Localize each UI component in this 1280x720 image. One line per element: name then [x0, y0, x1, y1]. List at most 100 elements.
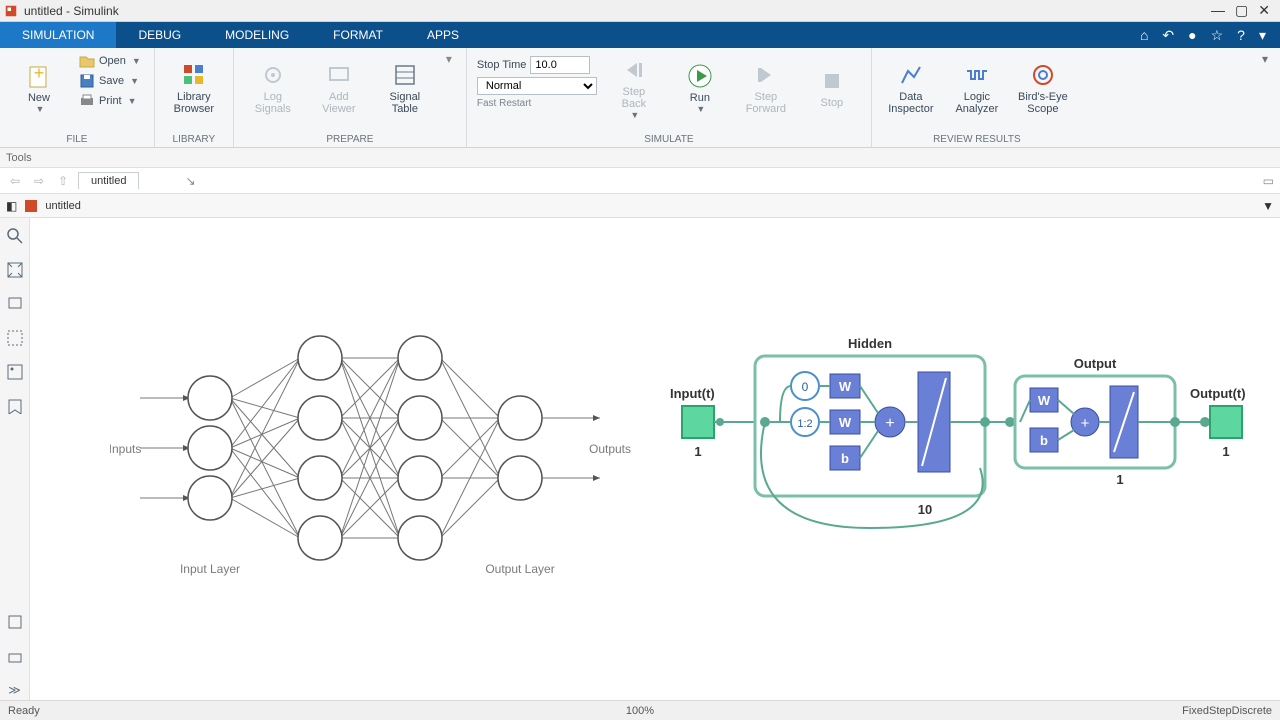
annotation-icon[interactable] — [5, 294, 25, 314]
logic-analyzer-icon — [963, 61, 991, 89]
svg-text:0: 0 — [802, 380, 809, 394]
birds-eye-scope-button[interactable]: Bird's-Eye Scope — [1014, 52, 1072, 124]
nav-forward-button[interactable]: ⇨ — [30, 172, 48, 190]
tab-debug[interactable]: DEBUG — [116, 22, 203, 48]
model-browser-toggle[interactable]: ◧ — [6, 199, 17, 213]
status-ready: Ready — [8, 705, 40, 717]
svg-text:1: 1 — [1222, 444, 1229, 459]
tab-scroll-icon[interactable]: ↘ — [185, 174, 195, 188]
title-bar: untitled - Simulink — ▢ ✕ — [0, 0, 1280, 22]
svg-text:Output(t): Output(t) — [1190, 386, 1246, 401]
maximize-button[interactable]: ▢ — [1235, 2, 1248, 19]
tab-format[interactable]: FORMAT — [311, 22, 405, 48]
input-port-block[interactable] — [682, 406, 714, 438]
svg-text:Inputs: Inputs — [110, 442, 141, 456]
folder-open-icon — [79, 53, 95, 69]
logic-analyzer-button[interactable]: Logic Analyzer — [948, 52, 1006, 124]
image-icon[interactable] — [5, 362, 25, 382]
signal-table-button[interactable]: Signal Table — [376, 52, 434, 124]
save-icon — [79, 73, 95, 89]
play-icon — [686, 62, 714, 90]
run-button[interactable]: Run▼ — [671, 52, 729, 124]
save-button[interactable]: Save▼ — [76, 72, 144, 90]
svg-text:Output: Output — [1074, 356, 1117, 371]
ribbon-tabs: SIMULATION DEBUG MODELING FORMAT APPS ⌂ … — [0, 22, 1280, 48]
home-icon[interactable]: ⌂ — [1140, 27, 1148, 43]
tools-label-bar: Tools — [0, 148, 1280, 168]
svg-text:Output Layer: Output Layer — [485, 562, 554, 576]
birds-eye-icon — [1029, 61, 1057, 89]
status-bar: Ready 100% FixedStepDiscrete — [0, 700, 1280, 720]
path-dropdown[interactable]: ▼ — [1262, 199, 1274, 213]
svg-text:+: + — [885, 415, 894, 432]
status-solver[interactable]: FixedStepDiscrete — [1182, 705, 1272, 717]
palette-bottom-2-icon[interactable] — [5, 646, 25, 666]
simulink-block-diagram: Input(t) 1 Hidden 0 1:2 W W b + — [670, 298, 1270, 558]
svg-text:+: + — [1081, 415, 1090, 432]
group-review: Data Inspector Logic Analyzer Bird's-Eye… — [872, 48, 1082, 147]
stop-icon — [818, 67, 846, 95]
open-button[interactable]: Open▼ — [76, 52, 144, 70]
tab-simulation[interactable]: SIMULATION — [0, 22, 116, 48]
data-inspector-button[interactable]: Data Inspector — [882, 52, 940, 124]
palette-bottom-3-icon[interactable]: ≫ — [5, 680, 25, 700]
svg-text:1: 1 — [1116, 472, 1123, 487]
simulation-mode-select[interactable]: Normal — [477, 77, 597, 95]
nn-concept-diagram: Inputs Input Layer Hidden Layers Output … — [110, 298, 650, 578]
data-inspector-icon — [897, 61, 925, 89]
notifications-icon[interactable]: ● — [1188, 27, 1196, 43]
toolstrip-expand-button[interactable]: ▾ — [1262, 52, 1276, 66]
tab-modeling[interactable]: MODELING — [203, 22, 311, 48]
help-icon[interactable]: ? — [1237, 27, 1245, 43]
svg-text:Input(t): Input(t) — [670, 386, 715, 401]
undo-icon[interactable]: ↶ — [1162, 27, 1174, 44]
svg-text:W: W — [839, 379, 852, 394]
close-button[interactable]: ✕ — [1258, 2, 1270, 19]
model-tab[interactable]: untitled — [78, 172, 139, 189]
log-signals-button[interactable]: Log Signals — [244, 52, 302, 124]
stop-time-label: Stop Time — [477, 59, 527, 71]
add-viewer-icon — [325, 61, 353, 89]
svg-text:b: b — [1040, 433, 1048, 448]
palette-bottom-1-icon[interactable] — [5, 612, 25, 632]
dropdown-icon[interactable]: ▾ — [1259, 27, 1266, 44]
favorites-icon[interactable]: ☆ — [1211, 27, 1224, 44]
nav-back-button[interactable]: ⇦ — [6, 172, 24, 190]
library-browser-button[interactable]: Library Browser — [165, 52, 223, 124]
svg-text:Hidden: Hidden — [848, 336, 892, 351]
breadcrumb[interactable]: untitled — [45, 200, 80, 212]
print-icon — [79, 93, 95, 109]
svg-text:1:2: 1:2 — [797, 418, 812, 430]
stop-button[interactable]: Stop — [803, 52, 861, 124]
canvas[interactable]: Inputs Input Layer Hidden Layers Output … — [30, 218, 1280, 700]
new-icon: + — [25, 62, 53, 90]
add-viewer-button[interactable]: Add Viewer — [310, 52, 368, 124]
stop-time-input[interactable] — [530, 56, 590, 74]
minimize-button[interactable]: — — [1211, 2, 1225, 19]
step-back-button[interactable]: Step Back▼ — [605, 52, 663, 124]
main-area: ≫ — [0, 218, 1280, 700]
new-button[interactable]: + New ▼ — [10, 52, 68, 124]
fast-restart-button[interactable]: Fast Restart — [477, 98, 531, 109]
step-forward-button[interactable]: Step Forward — [737, 52, 795, 124]
output-port-block[interactable] — [1210, 406, 1242, 438]
hide-explorer-button[interactable]: ▭ — [1263, 174, 1274, 188]
status-zoom[interactable]: 100% — [626, 705, 654, 717]
svg-text:Outputs: Outputs — [589, 442, 631, 456]
nav-up-button[interactable]: ⇧ — [54, 172, 72, 190]
zoom-fit-icon[interactable] — [5, 226, 25, 246]
tab-apps[interactable]: APPS — [405, 22, 481, 48]
step-back-icon — [620, 56, 648, 84]
viewmark-icon[interactable] — [5, 396, 25, 416]
svg-text:10: 10 — [918, 502, 932, 517]
group-file: + New ▼ Open▼ Save▼ Print▼ FILE — [0, 48, 155, 147]
group-library: Library Browser LIBRARY — [155, 48, 234, 147]
print-button[interactable]: Print▼ — [76, 92, 144, 110]
svg-text:Input Layer: Input Layer — [180, 562, 240, 576]
prepare-more-button[interactable]: ▾ — [442, 52, 456, 66]
toolstrip: + New ▼ Open▼ Save▼ Print▼ FILE — [0, 48, 1280, 148]
svg-text:b: b — [841, 451, 849, 466]
area-icon[interactable] — [5, 328, 25, 348]
palette-bar: ≫ — [0, 218, 30, 700]
fit-to-view-icon[interactable] — [5, 260, 25, 280]
